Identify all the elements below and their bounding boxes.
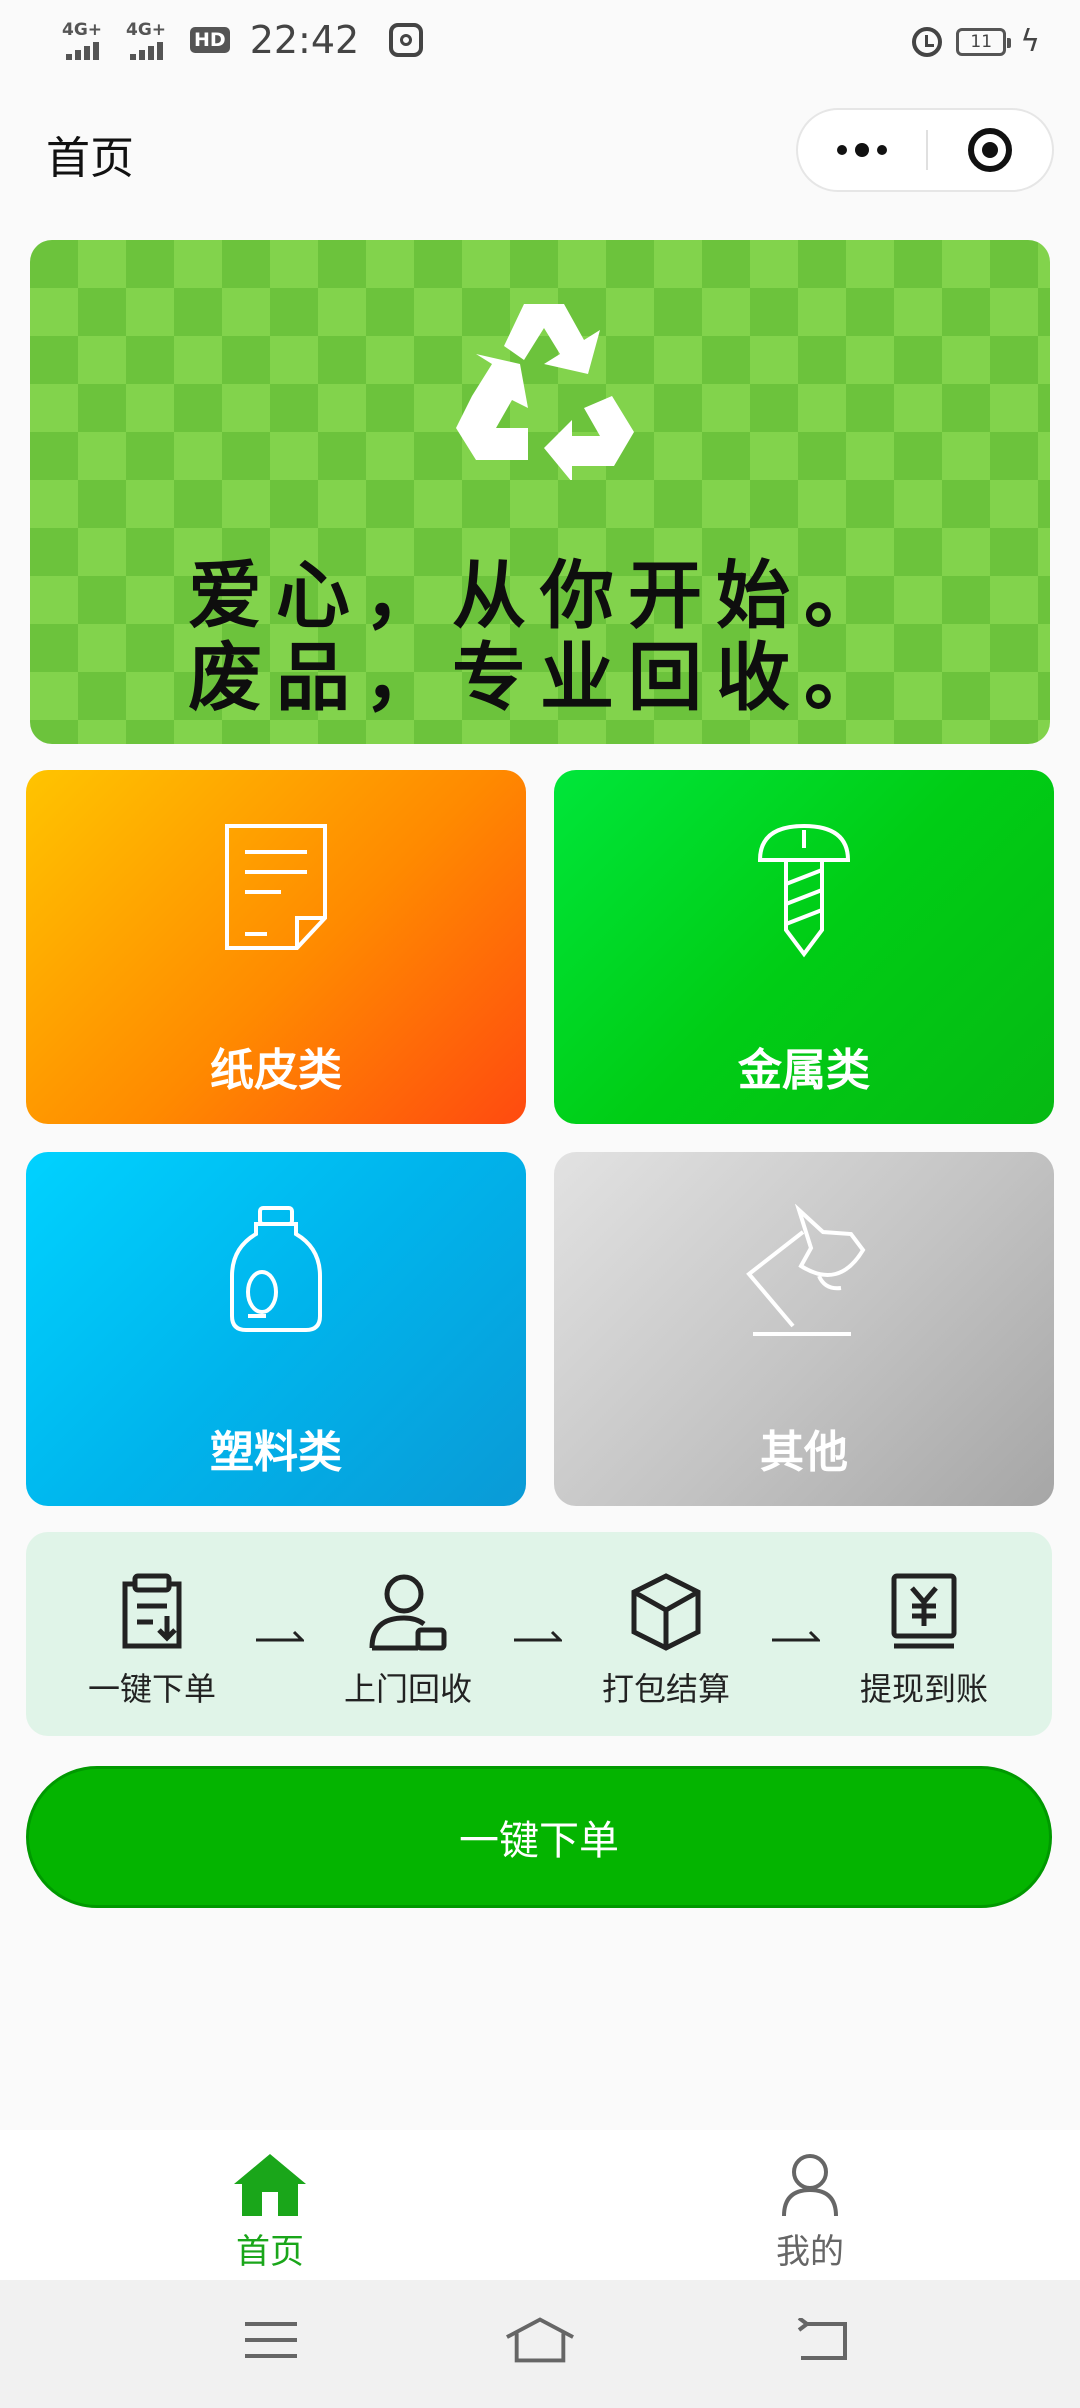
step-label: 打包结算	[601, 1670, 730, 1708]
tab-mine[interactable]: 我的	[710, 2152, 910, 2273]
one-click-order-button[interactable]: 一键下单	[26, 1766, 1052, 1908]
more-options-button[interactable]	[798, 110, 926, 190]
home-outline-icon	[506, 2317, 574, 2363]
process-step: 打包结算	[576, 1572, 756, 1710]
process-step: 上门回收	[318, 1572, 498, 1710]
step-arrow-icon	[772, 1630, 820, 1642]
category-card-metal[interactable]: 金属类	[554, 770, 1054, 1124]
step-label: 上门回收	[343, 1670, 472, 1708]
notification-app-icon	[389, 23, 424, 57]
category-label: 纸皮类	[210, 1045, 342, 1096]
home-nav-button[interactable]	[505, 2310, 575, 2370]
close-mini-program-button[interactable]	[928, 110, 1052, 190]
step-arrow-icon	[256, 1630, 304, 1642]
clipboard-order-icon	[122, 1573, 182, 1649]
process-step: 一键下单	[62, 1572, 242, 1710]
courier-person-icon	[369, 1574, 447, 1651]
banner[interactable]: 爱心，从你开始。 废品，专业回收。	[30, 240, 1050, 744]
step-label: 提现到账	[859, 1670, 988, 1708]
banner-slogan-line-2: 废品，专业回收。	[188, 635, 892, 721]
paper-document-icon	[225, 824, 327, 950]
step-arrow-icon	[514, 1630, 562, 1642]
package-box-icon	[631, 1573, 701, 1651]
mini-program-header: 首页	[0, 100, 1080, 200]
yen-bill-icon	[891, 1573, 957, 1649]
home-icon	[234, 2154, 306, 2216]
charging-icon: ϟ	[1020, 24, 1040, 59]
recycle-icon	[456, 304, 634, 480]
screw-icon	[757, 823, 851, 958]
hd-voice-icon: HD	[190, 27, 230, 53]
tab-mine-label: 我的	[776, 2232, 844, 2272]
category-card-other[interactable]: 其他	[554, 1152, 1054, 1506]
clock: 22:42	[249, 18, 360, 62]
category-label: 其他	[760, 1427, 848, 1478]
network-type-1: 4G+	[62, 20, 103, 40]
alarm-icon	[912, 26, 943, 57]
back-nav-button[interactable]	[786, 2310, 856, 2370]
menu-icon	[245, 2322, 297, 2358]
plastic-bottle-icon	[230, 1206, 322, 1332]
desk-lamp-icon	[746, 1204, 866, 1336]
category-label: 金属类	[738, 1045, 870, 1096]
recent-apps-button[interactable]	[236, 2310, 306, 2370]
signal-icon: 4G+	[126, 20, 176, 60]
battery-icon: 11	[956, 27, 1012, 56]
capsule-menu	[796, 108, 1054, 192]
status-right: 11 ϟ	[912, 24, 1040, 59]
tab-home-label: 首页	[236, 2232, 304, 2272]
system-nav-bar	[0, 2280, 1080, 2408]
category-label: 塑料类	[210, 1427, 342, 1478]
process-step: 提现到账	[834, 1572, 1014, 1710]
user-profile-icon	[782, 2154, 838, 2217]
signal-icon: 4G+	[62, 20, 112, 60]
category-card-plastic[interactable]: 塑料类	[26, 1152, 526, 1506]
tab-home[interactable]: 首页	[170, 2152, 370, 2273]
tab-bar: 首页 我的	[0, 2130, 1080, 2280]
category-card-paper[interactable]: 纸皮类	[26, 770, 526, 1124]
process-steps: 一键下单 上门回收 打包结算 提现到账	[26, 1532, 1052, 1736]
battery-level: 11	[970, 31, 993, 52]
target-icon	[968, 128, 1012, 172]
status-left: 4G+ 4G+ HD 22:42	[62, 18, 424, 62]
network-type-2: 4G+	[126, 20, 167, 40]
page-title: 首页	[46, 133, 134, 184]
back-icon	[797, 2318, 847, 2360]
step-label: 一键下单	[87, 1670, 216, 1708]
status-bar: 4G+ 4G+ HD 22:42 11 ϟ	[0, 0, 1080, 86]
